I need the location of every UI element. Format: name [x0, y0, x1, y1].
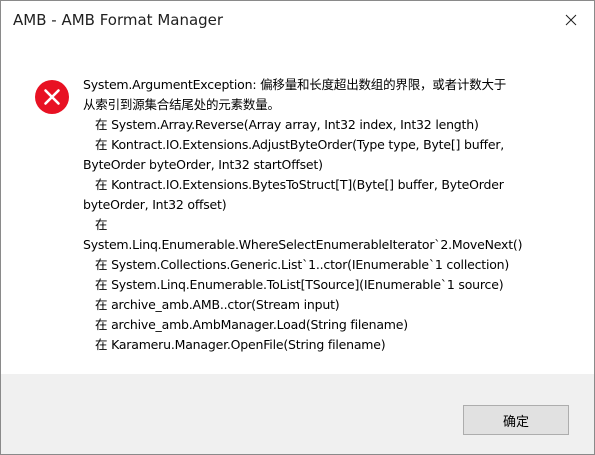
message-line: 从索引到源集合结尾处的元素数量。 [83, 97, 280, 112]
message-line: System.ArgumentException: 偏移量和长度超出数组的界限，… [83, 77, 507, 92]
stack-trace-line: 在 archive_amb.AMB..ctor(Stream input) [95, 297, 340, 312]
stack-trace-line: 在 System.Array.Reverse(Array array, Int3… [95, 117, 479, 132]
stack-trace-line: 在 System.Collections.Generic.List`1..cto… [95, 257, 510, 272]
error-icon [35, 80, 69, 114]
stack-trace-line: 在 [95, 217, 108, 232]
stack-trace-line: byteOrder, Int32 offset) [83, 197, 227, 212]
dialog-content: System.ArgumentException: 偏移量和长度超出数组的界限，… [1, 41, 594, 374]
stack-trace-line: 在 System.Linq.Enumerable.ToList[TSource]… [95, 277, 504, 292]
title-bar[interactable]: AMB - AMB Format Manager [1, 1, 594, 41]
stack-trace-line: 在 archive_amb.AmbManager.Load(String fil… [95, 317, 408, 332]
dialog-footer: 确定 [1, 374, 594, 454]
window-title: AMB - AMB Format Manager [13, 11, 224, 29]
close-button[interactable] [548, 1, 594, 39]
stack-trace-line: 在 Kontract.IO.Extensions.AdjustByteOrder… [95, 137, 505, 152]
stack-trace-line: ByteOrder byteOrder, Int32 startOffset) [83, 157, 323, 172]
message-box-window: AMB - AMB Format Manager System.Argument… [0, 0, 595, 455]
error-message: System.ArgumentException: 偏移量和长度超出数组的界限，… [83, 75, 583, 355]
stack-trace-line: 在 Karameru.Manager.OpenFile(String filen… [95, 337, 386, 352]
close-icon [565, 14, 577, 26]
stack-trace-line: System.Linq.Enumerable.WhereSelectEnumer… [83, 237, 523, 252]
stack-trace-line: 在 Kontract.IO.Extensions.BytesToStruct[T… [95, 177, 504, 192]
ok-button[interactable]: 确定 [463, 405, 569, 435]
